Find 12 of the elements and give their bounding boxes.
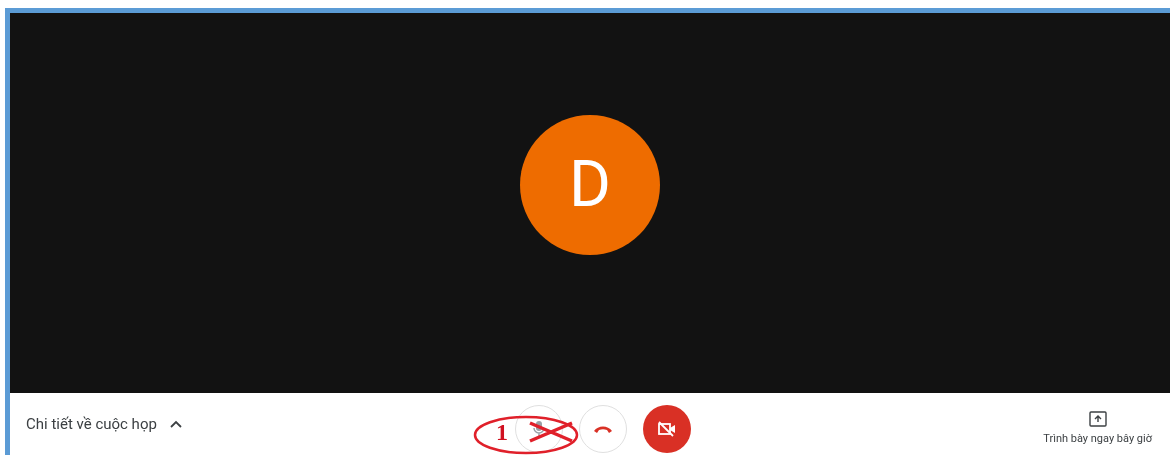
hang-up-button[interactable] — [579, 405, 627, 453]
meeting-details-button[interactable]: Chi tiết về cuộc họp — [26, 412, 183, 436]
microphone-icon — [532, 420, 546, 438]
present-screen-icon — [1088, 411, 1107, 427]
camera-button[interactable] — [643, 405, 691, 453]
participant-avatar: D — [520, 115, 660, 255]
annotation-number: 1 — [496, 420, 508, 444]
camera-off-icon — [657, 421, 677, 437]
present-now-button[interactable]: Trình bày ngay bây giờ — [1043, 411, 1152, 448]
phone-icon — [593, 424, 613, 434]
cross-mark-icon — [528, 421, 574, 443]
chevron-icon — [168, 419, 183, 429]
